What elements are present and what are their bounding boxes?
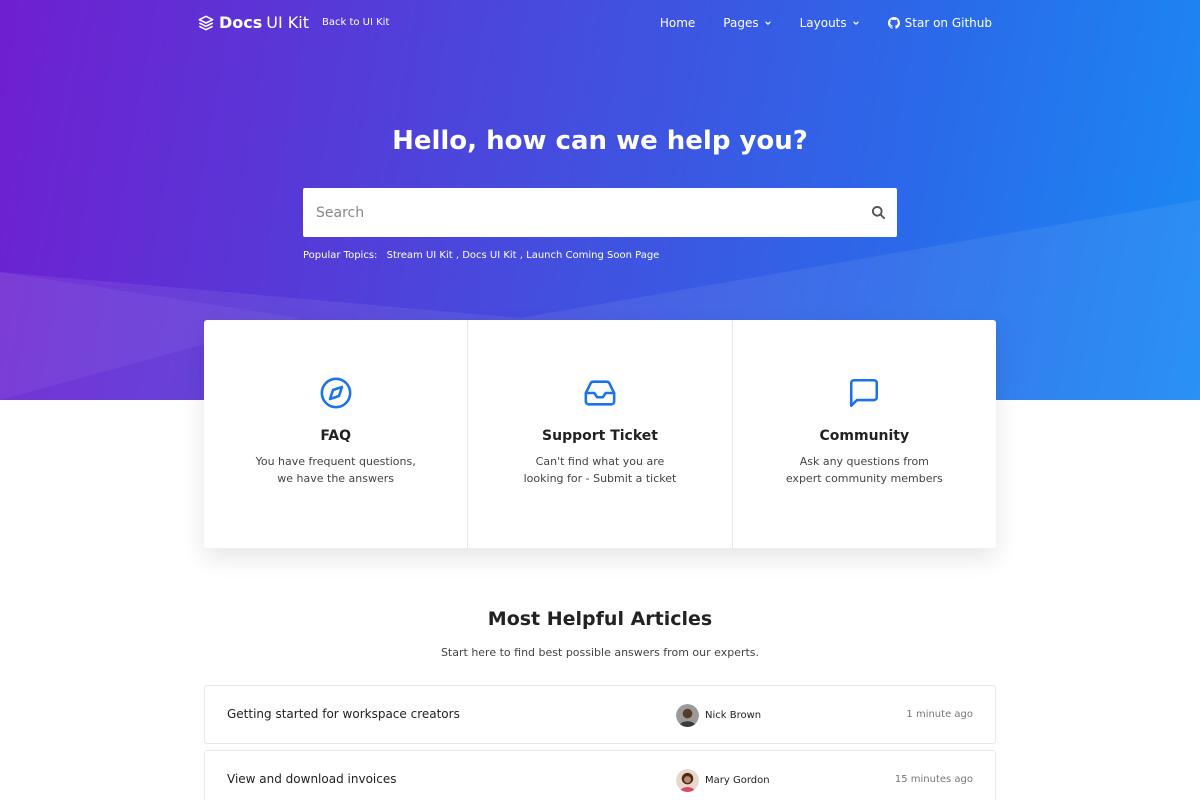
card-description: Can't find what you are looking for - Su… (500, 453, 700, 487)
author-name: Mary Gordon (705, 775, 770, 786)
help-cards: FAQ You have frequent questions, we have… (204, 320, 996, 548)
popular-topics: Popular Topics: Stream UI Kit , Docs UI … (303, 250, 659, 261)
star-on-github-label: Star on Github (904, 16, 992, 30)
card-description-line: we have the answers (277, 472, 395, 485)
avatar (676, 704, 699, 727)
article-title[interactable]: Getting started for workspace creators (227, 707, 460, 721)
card-title: Community (819, 428, 910, 444)
card-description-line: You have frequent questions, (255, 455, 416, 468)
inbox-icon (584, 380, 616, 406)
nav-links: Home Pages Layouts Star on Github (632, 16, 992, 30)
article-title[interactable]: View and download invoices (227, 772, 396, 786)
nav-home-link[interactable]: Home (660, 16, 695, 30)
card-description-line: looking for - Submit a ticket (523, 472, 677, 485)
articles-section-subtitle: Start here to find best possible answers… (440, 646, 760, 659)
card-description: You have frequent questions, we have the… (236, 453, 436, 487)
brand-name: Docs (219, 13, 263, 32)
layers-icon (198, 15, 214, 30)
nav-layouts-dropdown[interactable]: Layouts (800, 16, 860, 30)
support-ticket-card[interactable]: Support Ticket Can't find what you are l… (468, 320, 733, 548)
card-description: Ask any questions from expert community … (764, 453, 964, 487)
articles-list: Getting started for workspace creators N… (204, 685, 996, 800)
search-icon[interactable] (871, 205, 886, 220)
nav-layouts-label: Layouts (799, 16, 847, 30)
compass-icon (320, 377, 352, 409)
card-description-line: Can't find what you are (535, 455, 665, 468)
nav-pages-dropdown[interactable]: Pages (723, 16, 771, 30)
chevron-down-icon (852, 21, 859, 26)
chevron-down-icon (764, 21, 771, 26)
search-input[interactable] (303, 188, 843, 237)
star-on-github-link[interactable]: Star on Github (887, 16, 992, 30)
article-time: 15 minutes ago (894, 774, 973, 785)
articles-section-title: Most Helpful Articles (487, 608, 713, 630)
article-author: Nick Brown (676, 704, 761, 727)
brand-logo[interactable]: Docs UI Kit (198, 13, 309, 32)
faq-card[interactable]: FAQ You have frequent questions, we have… (204, 320, 469, 548)
card-description-line: Ask any questions from (799, 455, 929, 468)
nav-home-label: Home (659, 16, 696, 30)
avatar (676, 769, 699, 792)
card-title: Support Ticket (542, 428, 658, 444)
message-square-icon (850, 378, 879, 408)
community-card[interactable]: Community Ask any questions from expert … (733, 320, 996, 548)
popular-topics-links[interactable]: Stream UI Kit , Docs UI Kit , Launch Com… (387, 250, 660, 261)
search-box (303, 188, 897, 237)
github-icon (887, 17, 900, 29)
top-navbar: Docs UI Kit Back to UI Kit Home Pages La… (198, 0, 992, 48)
card-title: FAQ (320, 428, 352, 444)
article-time: 1 minute ago (906, 709, 973, 720)
author-name: Nick Brown (705, 710, 762, 721)
back-to-ui-kit-link[interactable]: Back to UI Kit (322, 17, 389, 28)
popular-topics-label: Popular Topics: (303, 250, 378, 261)
article-author: Mary Gordon (676, 769, 770, 792)
article-row[interactable]: View and download invoices Mary Gordon 1… (204, 750, 996, 800)
article-row[interactable]: Getting started for workspace creators N… (204, 685, 996, 744)
nav-pages-label: Pages (723, 16, 759, 30)
card-description-line: expert community members (785, 472, 943, 485)
brand-suffix: UI Kit (266, 13, 310, 32)
hero-title: Hello, how can we help you? (392, 126, 808, 156)
